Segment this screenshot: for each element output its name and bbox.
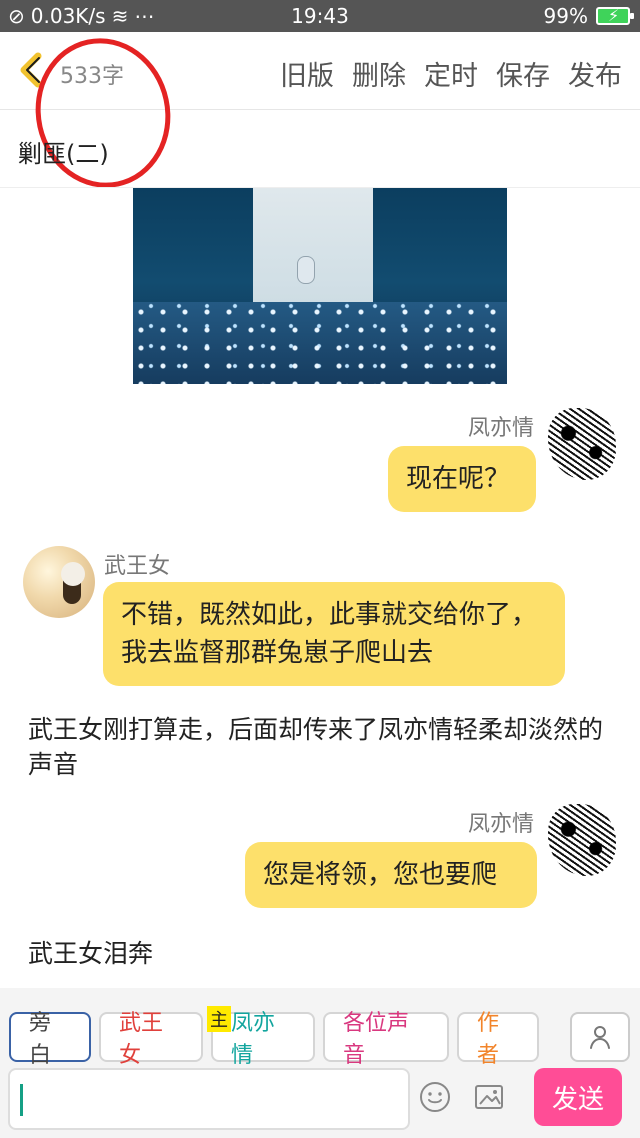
avatar-feng-2 [548,804,616,876]
speaker-name-2: 武王女 [104,554,171,579]
action-menu: 旧版 删除 定时 保存 发布 [280,54,622,93]
mask-icon [297,256,315,284]
message-input[interactable] [8,1068,410,1130]
avatar-fan [61,562,85,586]
avatar-feng [548,408,616,480]
emoji-icon[interactable] [418,1080,452,1114]
old-version-button[interactable]: 旧版 [280,54,334,93]
chapter-title: 剿匪(二) [18,140,109,168]
chip-feng[interactable]: 主 凤亦情 [207,1006,315,1068]
message-bubble-1: 现在呢？ [388,446,536,512]
publish-button[interactable]: 发布 [568,54,622,93]
delete-button[interactable]: 删除 [352,54,406,93]
profile-icon[interactable] [570,1012,630,1062]
top-bar: 533字 旧版 删除 定时 保存 发布 [0,25,640,201]
battery-icon: ⚡ [596,6,634,25]
chip-narrator[interactable]: 旁白 [9,1011,91,1068]
status-right: 99% ⚡ [543,4,634,28]
message-bubble-3: 您是将领，您也要爬 [245,842,537,908]
input-caret [20,1084,23,1116]
chip-wu[interactable]: 武王女 [99,1011,203,1068]
message-bubble-2: 不错，既然如此，此事就交给你了，我去监督那群兔崽子爬山去 [103,582,565,686]
avatar-wu [23,546,95,618]
save-button[interactable]: 保存 [496,54,550,93]
battery-percent: 99% [543,4,588,28]
main-badge: 主 [207,1006,231,1032]
schedule-button[interactable]: 定时 [424,54,478,93]
speaker-name-1: 凤亦情 [468,416,535,441]
flower-field [133,302,507,384]
chip-author[interactable]: 作者 [457,1011,539,1068]
chapter-title-bar: 剿匪(二) [0,110,640,188]
narration-1: 武王女刚打算走，后面却传来了凤亦情轻柔却淡然的声音 [28,715,604,779]
story-image [133,188,507,384]
speaker-name-3: 凤亦情 [468,812,535,837]
narration-2: 武王女泪奔 [28,939,154,968]
chip-voices[interactable]: 各位声音 [323,1011,449,1068]
role-chip-list: 旁白 武王女 主 凤亦情 各位声音 作者 [9,1006,539,1068]
status-bar: ⊘ 0.03K/s ≋ ⋯ 19:43 99% ⚡ [0,0,640,32]
send-button[interactable]: 发送 [534,1068,622,1126]
chat-content[interactable]: 凤亦情 现在呢？ 武王女 不错，既然如此，此事就交给你了，我去监督那群兔崽子爬山… [0,188,640,988]
image-icon[interactable] [472,1080,506,1114]
bottom-panel: 旁白 武王女 主 凤亦情 各位声音 作者 发送 [0,988,640,1138]
